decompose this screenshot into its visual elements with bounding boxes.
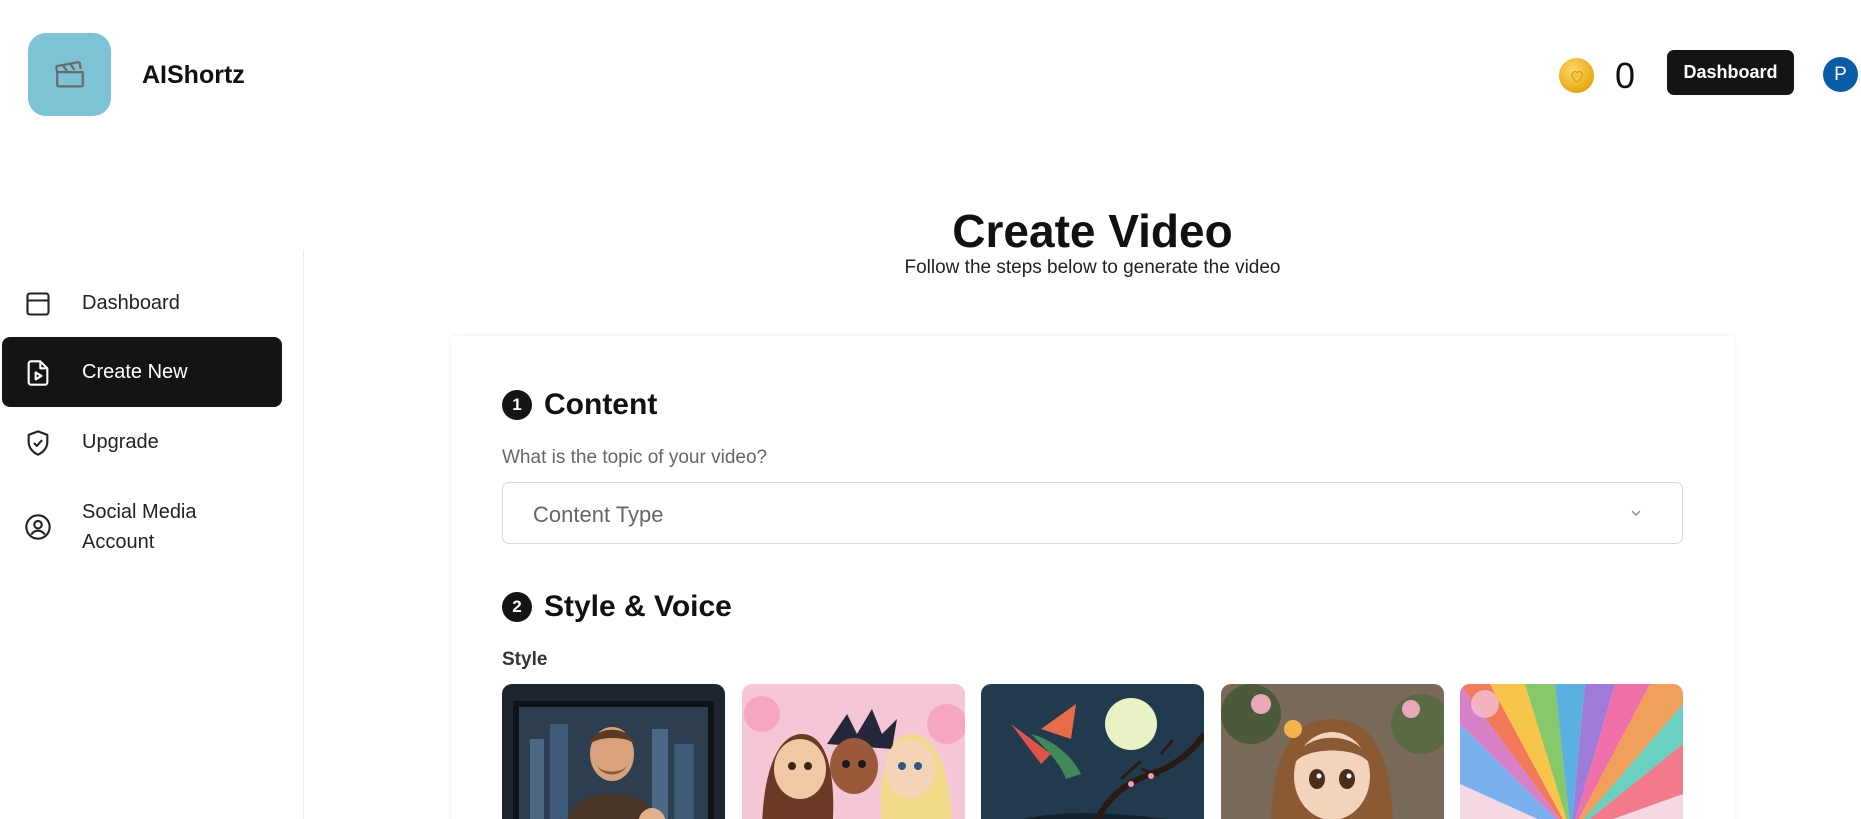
- step-number: 1: [502, 390, 532, 420]
- step-title: Style & Voice: [544, 590, 732, 623]
- step-title: Content: [544, 388, 658, 421]
- avatar[interactable]: P: [1823, 57, 1858, 92]
- page-subtitle: Follow the steps below to generate the v…: [904, 257, 1281, 278]
- sidebar-item-create-new[interactable]: Create New: [2, 337, 282, 407]
- user-circle-icon: [25, 514, 51, 540]
- app-title: AIShortz: [142, 61, 245, 89]
- fantasy-style-image[interactable]: [981, 684, 1204, 819]
- topic-question: What is the topic of your video?: [502, 447, 768, 468]
- coin-heart-icon: [1559, 58, 1594, 93]
- realistic-style-image[interactable]: [502, 684, 725, 819]
- step-number: 2: [502, 592, 532, 622]
- style-label: Style: [502, 649, 548, 670]
- step-style-voice-heading: 2 Style & Voice: [502, 590, 732, 624]
- sidebar-item-label: Account: [82, 531, 155, 553]
- sidebar-item-label: Social Media: [82, 501, 197, 523]
- sidebar-item-upgrade[interactable]: Upgrade: [2, 407, 282, 477]
- sidebar: Dashboard Create New Upgrade Social Medi…: [0, 250, 304, 819]
- dashboard-button[interactable]: Dashboard: [1667, 50, 1794, 95]
- content-type-select[interactable]: Content Type: [502, 482, 1683, 544]
- chevron-down-icon: [1631, 510, 1641, 516]
- sidebar-item-social-media-account[interactable]: Social Media Account: [2, 492, 282, 562]
- abstract-style-image[interactable]: [1460, 684, 1683, 819]
- anime-style-image[interactable]: [1221, 684, 1444, 819]
- clapperboard-icon: [54, 60, 84, 87]
- top-header: AIShortz 0 Dashboard P: [0, 0, 1861, 150]
- credit-count: 0: [1615, 55, 1636, 96]
- cartoon-style-image[interactable]: [742, 684, 965, 819]
- file-video-icon: [27, 360, 49, 386]
- layout-panel-icon: [26, 292, 50, 316]
- app-logo[interactable]: [28, 33, 111, 116]
- sidebar-item-label: Upgrade: [82, 431, 159, 453]
- step-content-heading: 1 Content: [502, 388, 657, 422]
- sidebar-item-label: Create New: [82, 361, 188, 383]
- sidebar-item-label: Dashboard: [82, 292, 180, 314]
- select-placeholder: Content Type: [533, 502, 664, 527]
- shield-check-icon: [27, 430, 49, 456]
- page-title: Create Video: [952, 205, 1233, 257]
